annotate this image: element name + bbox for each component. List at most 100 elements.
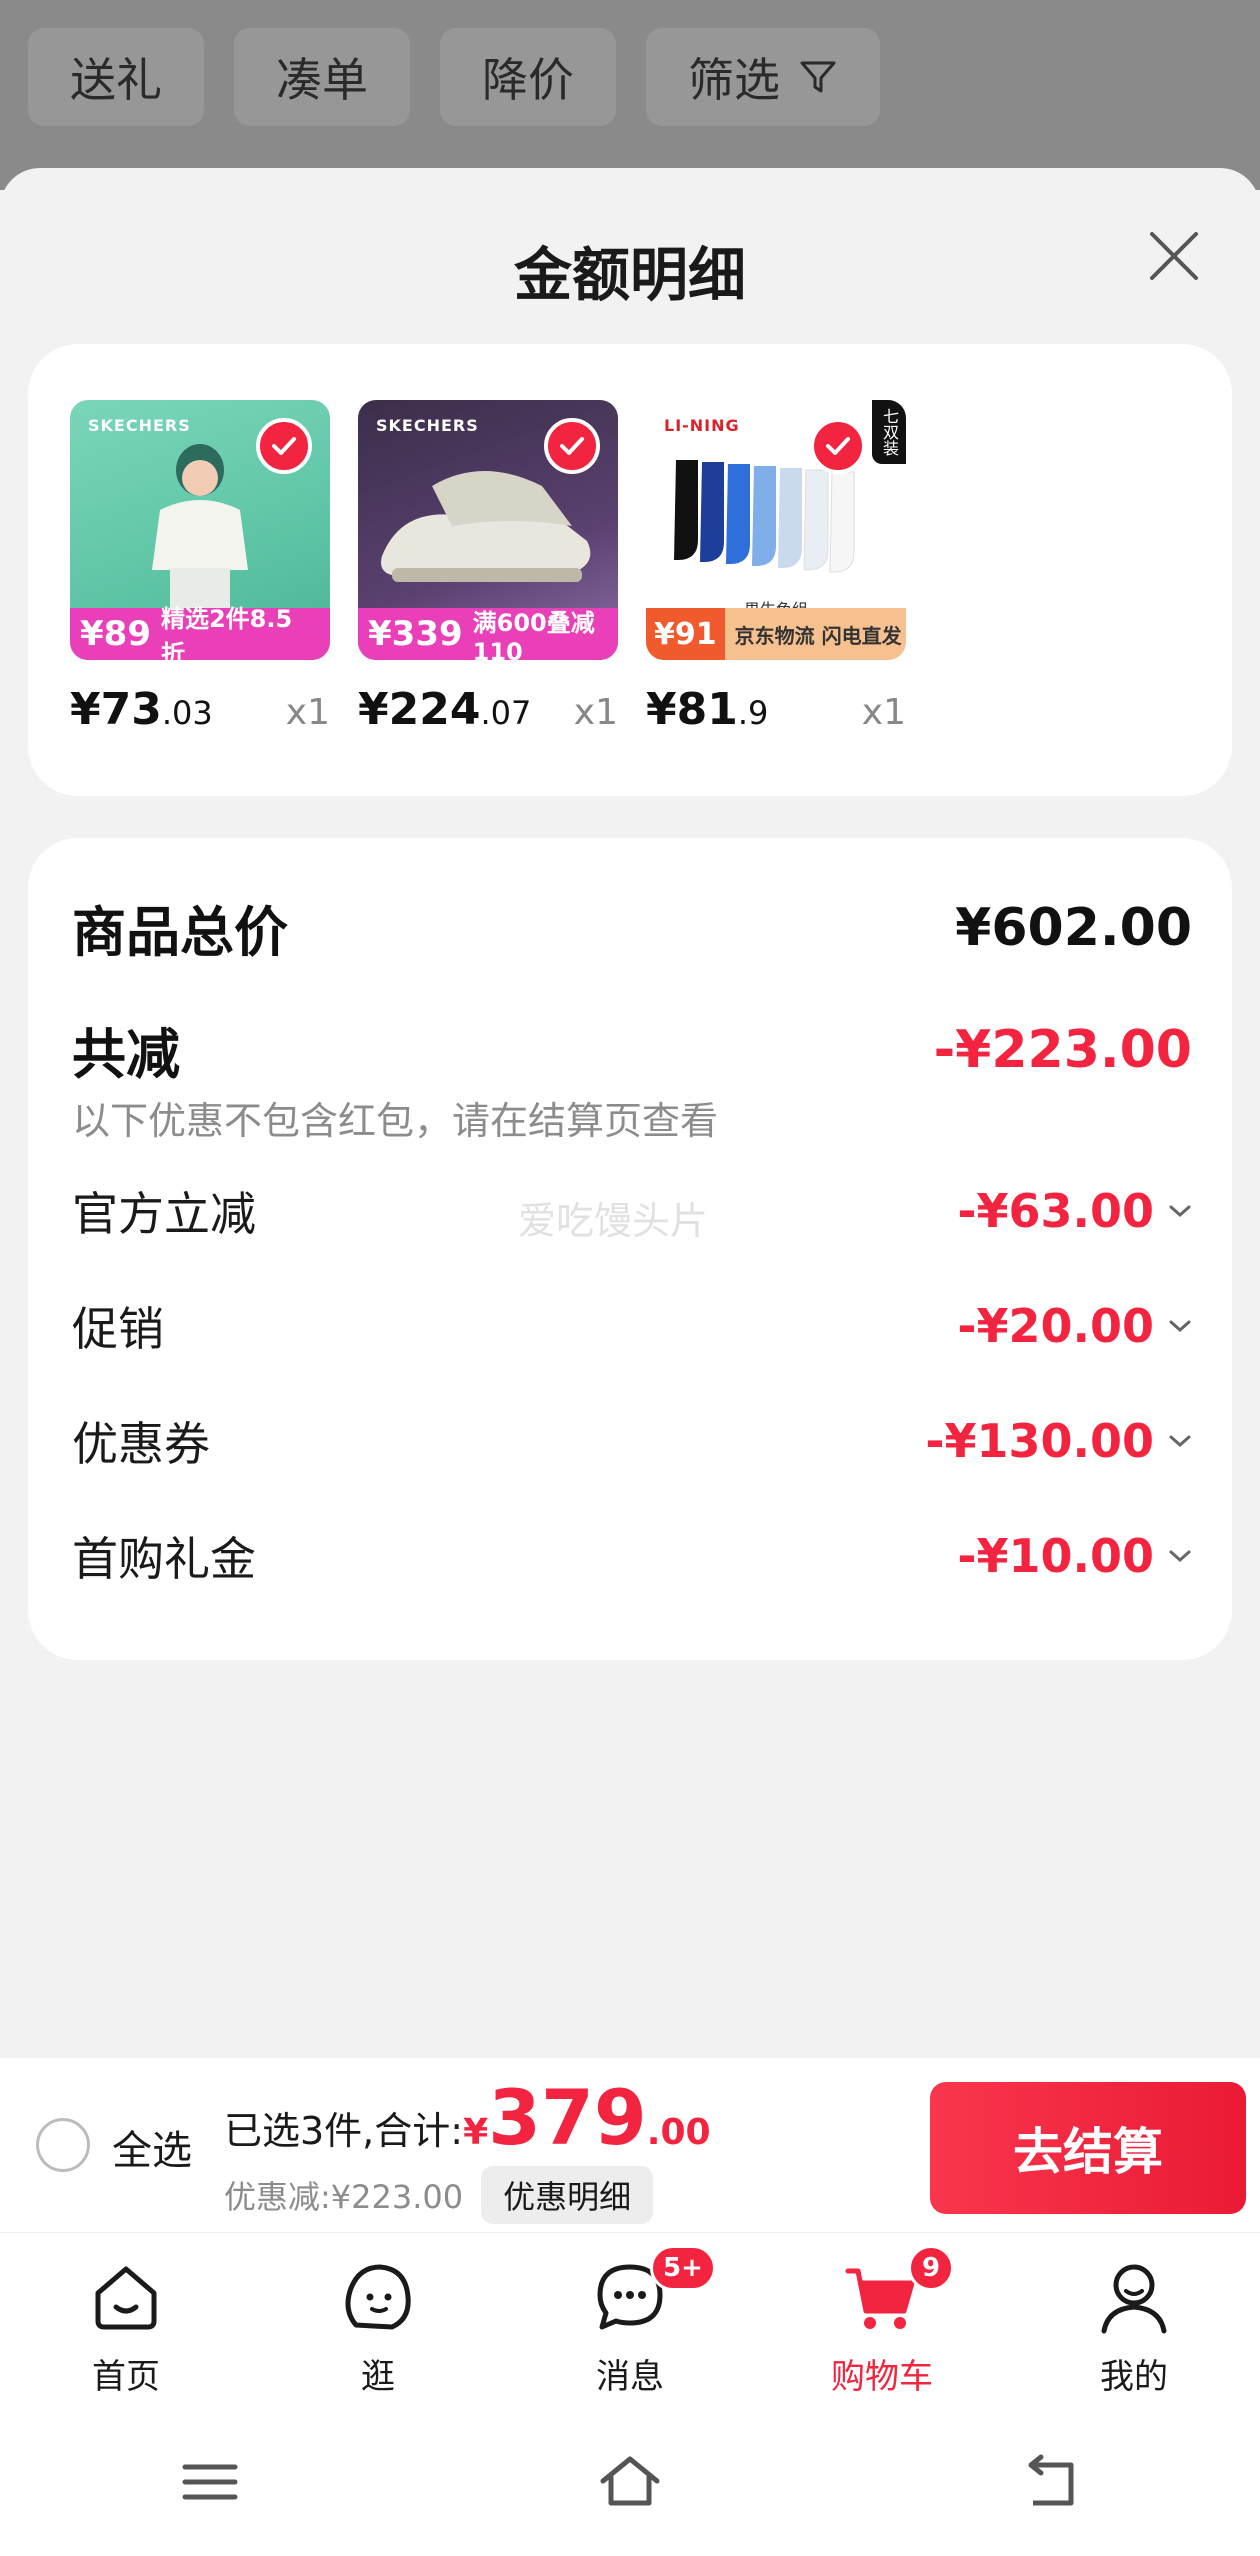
- system-nav-bar: [0, 2408, 1260, 2556]
- tab-label: 消息: [596, 2357, 664, 2397]
- promo-bar: ¥89 精选2件8.5折: [70, 605, 330, 660]
- price-int: ¥224: [358, 684, 481, 735]
- model-figure: [152, 444, 248, 610]
- badge-price: ¥91: [646, 608, 725, 660]
- chip-filter-label: 筛选: [688, 53, 780, 107]
- discount-label: 首购礼金: [72, 1532, 256, 1586]
- back-icon[interactable]: [1015, 2447, 1085, 2517]
- discount-summary: 优惠减:¥223.00 优惠明细: [224, 2166, 654, 2224]
- selected-count-text: 已选3件,合计:: [224, 2109, 464, 2153]
- total-label: 商品总价: [72, 901, 288, 964]
- product-item[interactable]: SKECHERS ¥89 精选2件8.5折 ¥73.03 x1: [70, 400, 330, 735]
- home-nav-icon[interactable]: [595, 2447, 665, 2517]
- reduce-row: 共减 -¥223.00: [72, 1010, 1192, 1089]
- tab-label: 购物车: [831, 2357, 933, 2397]
- total-decimal: .00: [646, 2112, 711, 2153]
- chip-gift-label: 送礼: [70, 53, 162, 107]
- amount-detail-sheet: 金额明细 SKECHERS ¥89 精选2件8.5折 ¥73.03 x1 SKE…: [0, 168, 1260, 2058]
- product-qty: x1: [285, 692, 330, 733]
- price-int: ¥81: [646, 684, 738, 735]
- product-price: ¥73.03: [70, 684, 213, 735]
- product-item[interactable]: SKECHERS ¥339 满600叠减110 ¥224.07 x1: [358, 400, 618, 735]
- selected-total: 已选3件,合计: ¥ 379 .00: [224, 2080, 711, 2156]
- discount-row-coupon[interactable]: 优惠券 -¥130.00: [72, 1408, 1192, 1474]
- product-price-row: ¥73.03 x1: [70, 684, 330, 735]
- discount-detail-button[interactable]: 优惠明细: [481, 2166, 654, 2224]
- summary-card: 商品总价 ¥602.00 共减 -¥223.00 以下优惠不包含红包，请在结算页…: [28, 838, 1232, 1660]
- discount-row-promotion[interactable]: 促销 -¥20.00: [72, 1293, 1192, 1359]
- total-row: 商品总价 ¥602.00: [72, 888, 1192, 967]
- tab-label: 逛: [361, 2357, 395, 2397]
- promo-text: 京东物流 闪电直发: [734, 623, 902, 648]
- chip-gift[interactable]: 送礼: [28, 28, 204, 126]
- select-all-radio[interactable]: [36, 2118, 90, 2172]
- product-qty: x1: [573, 692, 618, 733]
- tab-label: 我的: [1100, 2357, 1168, 2397]
- product-image: LI-NING 七双装 男生色组 ¥91 京东物流 闪电直发: [646, 400, 906, 660]
- product-price-row: ¥81.9 x1: [646, 684, 906, 735]
- total-integer: 379: [488, 2073, 647, 2162]
- menu-icon[interactable]: [175, 2447, 245, 2517]
- tab-messages[interactable]: 5+ 消息: [540, 2233, 720, 2408]
- price-dec: .07: [480, 694, 532, 732]
- price-dec: .9: [737, 694, 769, 732]
- selected-check-icon[interactable]: [256, 418, 312, 474]
- brand-logo: LI-NING: [664, 416, 740, 435]
- product-image: SKECHERS ¥89 精选2件8.5折: [70, 400, 330, 660]
- promo-text: 精选2件8.5折: [160, 605, 293, 660]
- browse-face-icon: [345, 2264, 411, 2330]
- profile-icon: [1101, 2264, 1167, 2334]
- checkout-bar: 全选 已选3件,合计: ¥ 379 .00 优惠减:¥223.00 优惠明细 去…: [0, 2058, 1260, 2232]
- promo-bar: ¥339 满600叠减110: [358, 608, 618, 660]
- promo-text: 满600叠减110: [472, 608, 595, 661]
- selected-check-icon[interactable]: [810, 418, 866, 474]
- chip-bundle-label: 凑单: [276, 53, 368, 107]
- bottom-tab-bar: 首页 逛 5+ 消息 9 购物车 我的: [0, 2232, 1260, 2408]
- price-int: ¥73: [70, 684, 162, 735]
- reduce-label: 共减: [72, 1023, 180, 1086]
- chevron-down-icon: [1169, 1435, 1191, 1448]
- product-image: SKECHERS ¥339 满600叠减110: [358, 400, 618, 660]
- product-qty: x1: [861, 692, 906, 733]
- promo-bar: ¥91 京东物流 闪电直发: [646, 608, 906, 660]
- checkout-button[interactable]: 去结算: [930, 2082, 1246, 2214]
- tab-home[interactable]: 首页: [36, 2233, 216, 2408]
- discount-value: -¥130.00: [925, 1414, 1154, 1468]
- tab-browse[interactable]: 逛: [288, 2233, 468, 2408]
- discount-total-text: 优惠减:¥223.00: [224, 2178, 464, 2216]
- chevron-down-icon: [1169, 1205, 1191, 1218]
- badge-price: ¥339: [368, 614, 463, 654]
- badge-price: ¥89: [80, 614, 151, 654]
- brand-logo: SKECHERS: [376, 416, 479, 435]
- tab-profile[interactable]: 我的: [1044, 2233, 1224, 2408]
- product-price-row: ¥224.07 x1: [358, 684, 618, 735]
- message-badge: 5+: [650, 2245, 716, 2291]
- product-price: ¥81.9: [646, 684, 768, 735]
- filter-icon: [800, 61, 836, 93]
- discount-note: 以下优惠不包含红包，请在结算页查看: [72, 1099, 719, 1143]
- tab-label: 首页: [92, 2357, 160, 2397]
- tab-cart[interactable]: 9 购物车: [792, 2233, 972, 2408]
- discount-label: 官方立减: [72, 1187, 256, 1241]
- price-dec: .03: [161, 694, 213, 732]
- total-value: ¥602.00: [955, 897, 1192, 958]
- product-item[interactable]: LI-NING 七双装 男生色组 ¥91 京东物流 闪电直发: [646, 400, 906, 735]
- selected-check-icon[interactable]: [544, 418, 600, 474]
- close-icon[interactable]: [1144, 226, 1204, 286]
- chip-price-drop-label: 降价: [482, 53, 574, 107]
- brand-logo: SKECHERS: [88, 416, 191, 435]
- dimmed-background: 送礼 凑单 降价 筛选: [0, 0, 1260, 190]
- total-yen: ¥: [463, 2112, 489, 2153]
- cart-badge: 9: [908, 2245, 954, 2291]
- chip-bundle[interactable]: 凑单: [234, 28, 410, 126]
- select-all-label[interactable]: 全选: [112, 2118, 192, 2176]
- chip-filter[interactable]: 筛选: [646, 28, 880, 126]
- discount-row-official[interactable]: 官方立减 -¥63.00: [72, 1178, 1192, 1244]
- filter-chips: 送礼 凑单 降价 筛选: [28, 28, 880, 126]
- discount-value: -¥63.00: [957, 1184, 1154, 1238]
- discount-row-first-purchase[interactable]: 首购礼金 -¥10.00: [72, 1523, 1192, 1589]
- chip-price-drop[interactable]: 降价: [440, 28, 616, 126]
- chevron-down-icon: [1169, 1550, 1191, 1563]
- products-card: SKECHERS ¥89 精选2件8.5折 ¥73.03 x1 SKECHERS…: [28, 344, 1232, 796]
- reduce-value: -¥223.00: [933, 1019, 1192, 1080]
